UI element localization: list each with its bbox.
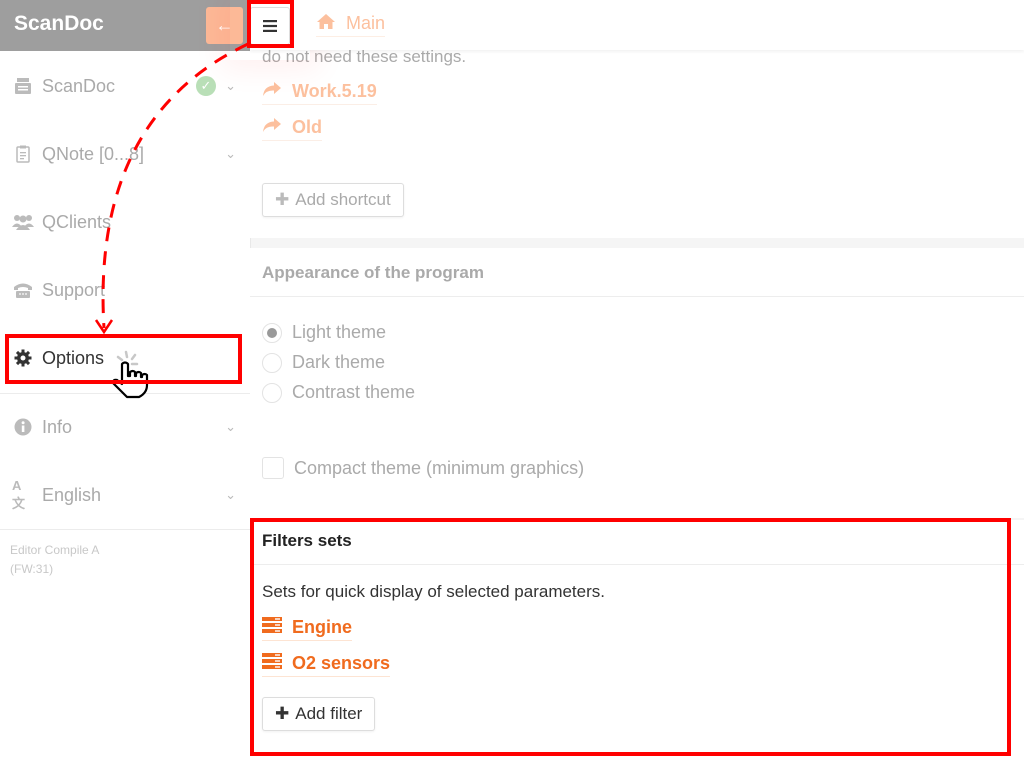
filters-title: Filters sets: [262, 531, 352, 550]
plus-icon: ✚: [275, 190, 290, 209]
shortcuts-card: do not need these settings. Work.5.19 Ol…: [250, 47, 1024, 238]
check-circle-icon: ✓: [196, 76, 216, 96]
sidebar-item-support[interactable]: Support: [0, 256, 250, 324]
breadcrumb[interactable]: Main: [316, 13, 386, 37]
theme-label: Dark theme: [292, 352, 386, 372]
collapse-sidebar-button[interactable]: ←: [206, 7, 243, 44]
sidebar-item-english[interactable]: A文 English ⌄: [0, 461, 250, 529]
filter-label: O2 sensors: [292, 653, 391, 673]
translate-icon: A文: [12, 478, 26, 511]
sidebar-item-scandoc[interactable]: ScanDoc ✓ ⌄: [0, 52, 250, 120]
sidebar-item-label: ScanDoc: [42, 75, 116, 96]
appearance-card: Appearance of the program Light theme Da…: [250, 248, 1024, 518]
chevron-down-icon: ⌄: [225, 487, 236, 502]
main-content: do not need these settings. Work.5.19 Ol…: [250, 47, 1024, 768]
theme-option-light[interactable]: Light theme: [262, 322, 386, 343]
card-divider: [250, 564, 1024, 565]
arrow-left-icon: ←: [215, 15, 234, 35]
sidebar: ScanDoc ← ScanDoc ✓ ⌄ QNote [0...8] ⌄ QC…: [0, 0, 251, 768]
printer-icon: [12, 78, 34, 94]
add-shortcut-label: Add shortcut: [295, 190, 391, 209]
sidebar-item-options[interactable]: Options: [0, 324, 250, 392]
hamburger-icon: [263, 16, 277, 37]
filter-link[interactable]: Engine: [262, 617, 353, 641]
shortcut-label: Work.5.19: [292, 81, 377, 101]
gear-icon: [12, 349, 34, 367]
radio-button[interactable]: [262, 382, 282, 403]
card-divider: [250, 296, 1024, 297]
shortcut-link[interactable]: Work.5.19: [262, 81, 377, 105]
radio-selected-dot: [267, 327, 277, 338]
add-filter-button[interactable]: ✚ Add filter: [262, 697, 376, 731]
appearance-title: Appearance of the program: [262, 263, 484, 282]
shortcuts-description: do not need these settings.: [262, 47, 467, 66]
sidebar-header: ScanDoc ←: [0, 0, 250, 51]
info-icon: [12, 418, 34, 436]
radio-button[interactable]: [262, 352, 282, 373]
compact-theme-checkbox[interactable]: [262, 457, 284, 479]
sidebar-item-label: QNote [0...8]: [42, 143, 145, 164]
theme-label: Light theme: [292, 322, 387, 342]
theme-option-dark[interactable]: Dark theme: [262, 352, 385, 373]
sidebar-item-label: Support: [42, 279, 106, 300]
filters-description: Sets for quick display of selected param…: [262, 582, 605, 601]
sidebar-item-label: English: [42, 484, 102, 505]
add-shortcut-button[interactable]: ✚ Add shortcut: [262, 183, 404, 217]
version-line-2: (FW:31): [10, 562, 54, 576]
chevron-down-icon: ⌄: [225, 146, 236, 161]
compact-theme-label: Compact theme (minimum graphics): [294, 457, 585, 478]
list-icon: [262, 617, 282, 638]
shortcut-label: Old: [292, 117, 322, 137]
home-icon: [316, 13, 336, 34]
filters-card: Filters sets Sets for quick display of s…: [250, 520, 1024, 768]
top-bar: Main: [250, 0, 1024, 50]
sidebar-item-qnote[interactable]: QNote [0...8] ⌄: [0, 120, 250, 188]
brand-title: ScanDoc: [14, 12, 104, 35]
shortcut-link[interactable]: Old: [262, 117, 322, 141]
breadcrumb-main[interactable]: Main: [346, 13, 385, 34]
add-filter-label: Add filter: [295, 704, 363, 723]
menu-toggle-button[interactable]: [250, 7, 290, 45]
version-line-1: Editor Compile A: [10, 543, 100, 557]
users-icon: [12, 214, 34, 230]
list-icon: [262, 653, 282, 674]
theme-label: Contrast theme: [292, 382, 416, 402]
compact-theme-option[interactable]: Compact theme (minimum graphics): [262, 457, 584, 479]
filter-label: Engine: [292, 617, 353, 637]
sidebar-item-label: QClients: [42, 211, 112, 232]
sidebar-item-qclients[interactable]: QClients: [0, 188, 250, 256]
radio-button[interactable]: [262, 322, 282, 343]
clipboard-icon: [12, 145, 34, 163]
sidebar-item-label: Info: [42, 416, 73, 437]
theme-option-contrast[interactable]: Contrast theme: [262, 382, 415, 403]
share-arrow-icon: [262, 81, 282, 102]
nav-divider: [0, 529, 250, 530]
chevron-down-icon: ⌄: [225, 78, 236, 93]
version-info: Editor Compile A (FW:31): [10, 541, 99, 579]
sidebar-item-label: Options: [42, 347, 105, 368]
plus-icon: ✚: [275, 704, 290, 723]
share-arrow-icon: [262, 117, 282, 138]
phone-icon: [12, 282, 34, 298]
chevron-down-icon: ⌄: [225, 419, 236, 434]
sidebar-item-info[interactable]: Info ⌄: [0, 393, 250, 461]
filter-link[interactable]: O2 sensors: [262, 653, 391, 677]
